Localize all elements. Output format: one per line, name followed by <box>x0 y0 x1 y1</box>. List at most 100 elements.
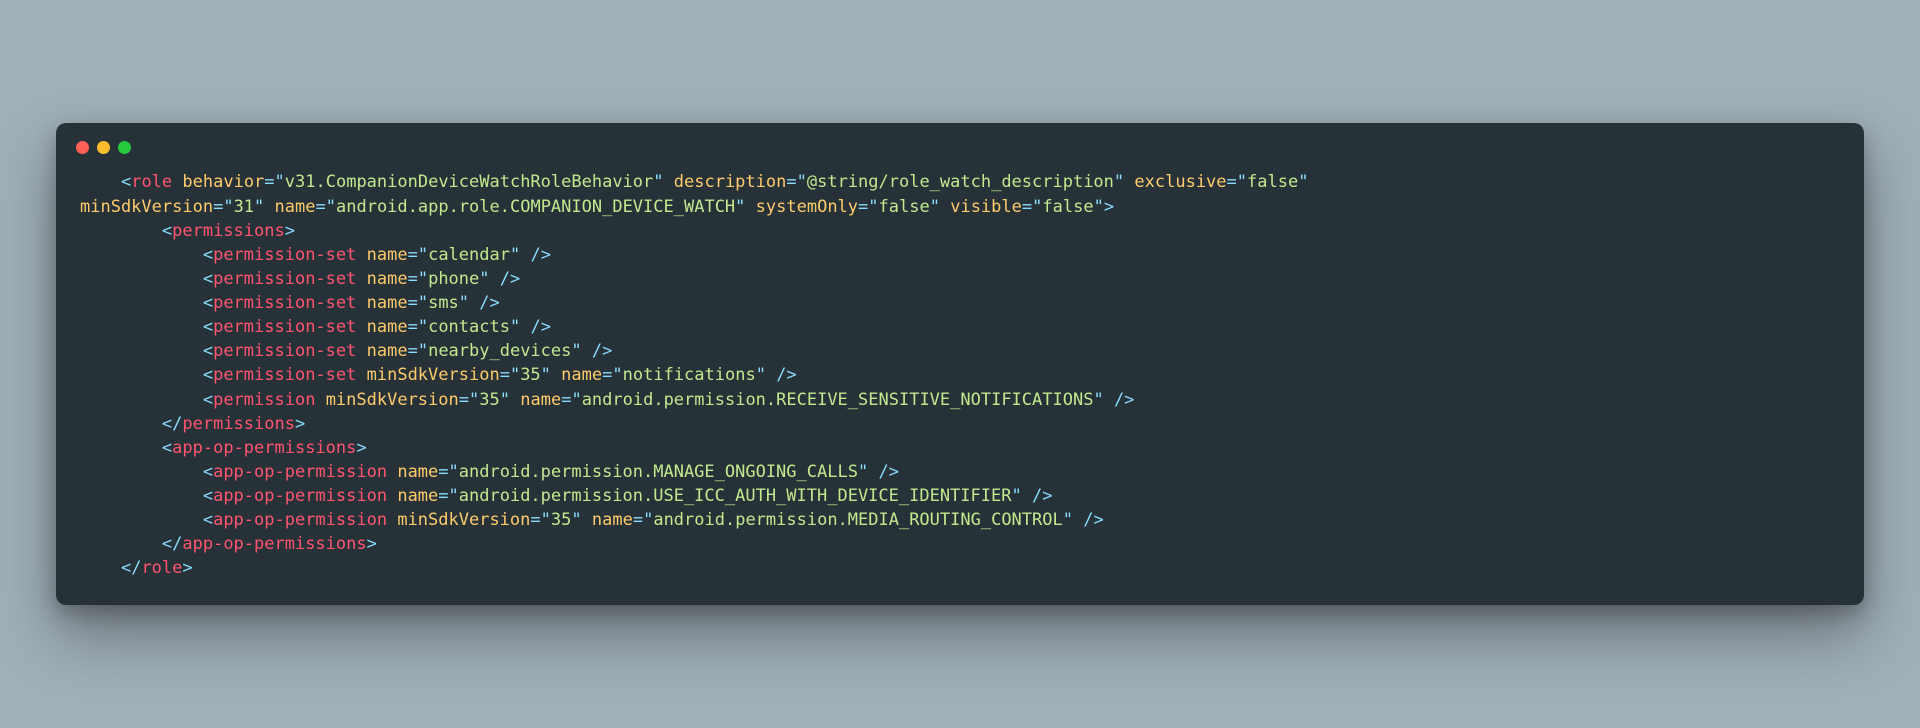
code-token: < <box>203 486 213 506</box>
code-token: = <box>633 510 643 530</box>
code-token: < <box>203 245 213 265</box>
code-token: = <box>459 390 469 410</box>
code-token <box>868 462 878 482</box>
code-token <box>80 438 162 458</box>
code-token: " <box>930 197 940 217</box>
code-token: < <box>203 390 213 410</box>
code-token: /> <box>776 365 796 385</box>
code-token: " <box>612 365 622 385</box>
code-token <box>80 269 203 289</box>
code-token <box>490 269 500 289</box>
code-token: < <box>121 172 131 192</box>
maximize-icon[interactable] <box>118 141 131 154</box>
code-token <box>172 172 182 192</box>
code-token: contacts <box>428 317 510 337</box>
code-token: role <box>131 172 172 192</box>
code-token: " <box>1094 197 1104 217</box>
window-titlebar <box>56 123 1864 164</box>
code-token <box>80 365 203 385</box>
code-token: /> <box>1032 486 1052 506</box>
code-token: " <box>571 390 581 410</box>
code-token: permission-set <box>213 341 356 361</box>
code-token: < <box>203 341 213 361</box>
code-token: nearby_devices <box>428 341 571 361</box>
code-token: false <box>1042 197 1093 217</box>
code-token: /> <box>592 341 612 361</box>
code-token: " <box>459 293 469 313</box>
code-token: /> <box>1083 510 1103 530</box>
minimize-icon[interactable] <box>97 141 110 154</box>
code-token: behavior <box>182 172 264 192</box>
code-token: " <box>254 197 264 217</box>
code-token: " <box>326 197 336 217</box>
code-token: " <box>571 341 581 361</box>
code-token: name <box>275 197 316 217</box>
code-token: minSdkVersion <box>367 365 500 385</box>
code-token: " <box>418 341 428 361</box>
code-token: " <box>1032 197 1042 217</box>
code-token <box>766 365 776 385</box>
code-block: <role behavior="v31.CompanionDeviceWatch… <box>56 164 1864 586</box>
code-token: </ <box>162 534 182 554</box>
code-token: > <box>285 221 295 241</box>
code-token: /> <box>530 245 550 265</box>
code-token: v31.CompanionDeviceWatchRoleBehavior <box>285 172 653 192</box>
code-token <box>520 317 530 337</box>
code-token: android.permission.RECEIVE_SENSITIVE_NOT… <box>582 390 1094 410</box>
code-token <box>80 462 203 482</box>
code-token <box>80 293 203 313</box>
code-token: minSdkVersion <box>397 510 530 530</box>
code-token: /> <box>530 317 550 337</box>
code-token: systemOnly <box>756 197 858 217</box>
code-token <box>80 510 203 530</box>
code-token <box>387 462 397 482</box>
code-token: /> <box>479 293 499 313</box>
code-token: < <box>162 438 172 458</box>
code-token: = <box>438 462 448 482</box>
code-token <box>745 197 755 217</box>
close-icon[interactable] <box>76 141 89 154</box>
code-token: app-op-permission <box>213 462 387 482</box>
code-token: name <box>592 510 633 530</box>
code-token: false <box>1247 172 1298 192</box>
code-token: app-op-permissions <box>172 438 356 458</box>
code-token: name <box>367 245 408 265</box>
code-token <box>510 390 520 410</box>
code-token: " <box>797 172 807 192</box>
code-token: " <box>510 317 520 337</box>
code-token: " <box>541 365 551 385</box>
code-token: </ <box>121 558 141 578</box>
code-token <box>356 245 366 265</box>
code-token: app-op-permissions <box>182 534 366 554</box>
code-token: @string/role_watch_description <box>807 172 1114 192</box>
code-token: > <box>182 558 192 578</box>
code-token: " <box>469 390 479 410</box>
code-token <box>80 172 121 192</box>
code-token <box>469 293 479 313</box>
code-token: > <box>356 438 366 458</box>
code-token: = <box>786 172 796 192</box>
code-token <box>80 486 203 506</box>
code-token: phone <box>428 269 479 289</box>
code-token <box>80 558 121 578</box>
code-token: false <box>879 197 930 217</box>
code-token <box>387 486 397 506</box>
code-token: = <box>530 510 540 530</box>
code-token <box>80 317 203 337</box>
code-token: role <box>141 558 182 578</box>
code-token: < <box>203 365 213 385</box>
code-token: name <box>367 293 408 313</box>
code-token: > <box>1104 197 1114 217</box>
code-token: 35 <box>551 510 571 530</box>
code-token: permission-set <box>213 317 356 337</box>
code-token: android.permission.USE_ICC_AUTH_WITH_DEV… <box>459 486 1012 506</box>
code-token: app-op-permission <box>213 486 387 506</box>
code-token: app-op-permission <box>213 510 387 530</box>
code-token: minSdkVersion <box>326 390 459 410</box>
code-token <box>582 510 592 530</box>
code-token: /> <box>500 269 520 289</box>
code-token: " <box>653 172 663 192</box>
code-token: < <box>203 510 213 530</box>
code-token: = <box>438 486 448 506</box>
code-token: " <box>1063 510 1073 530</box>
